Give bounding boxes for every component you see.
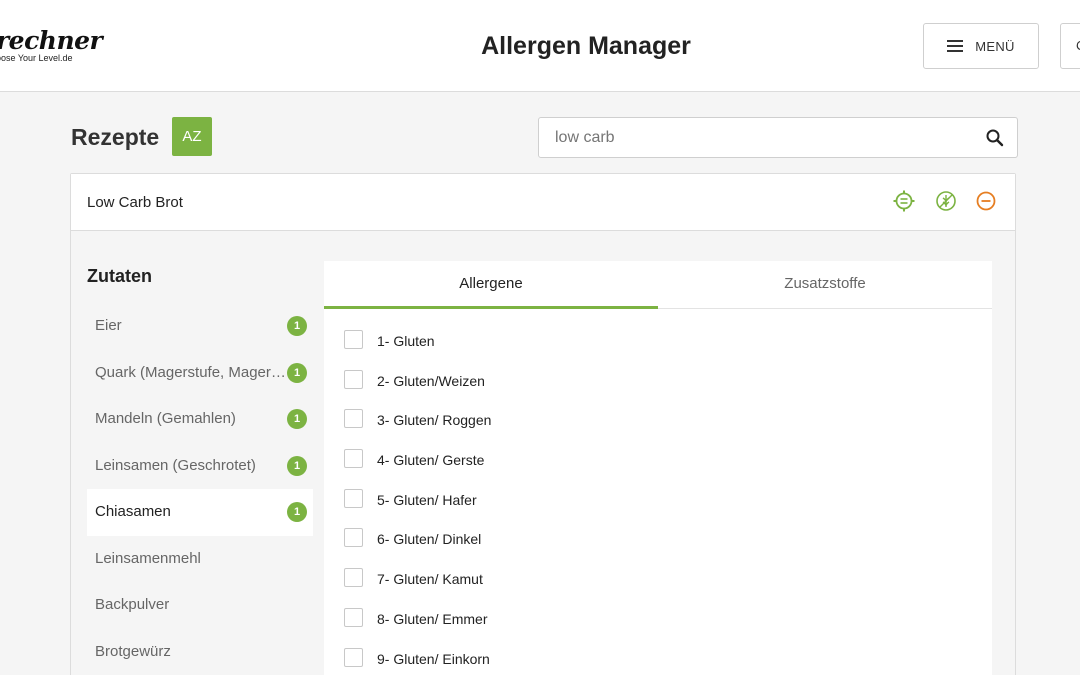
hamburger-icon xyxy=(947,40,964,52)
tab-bar: Allergene Zusatzstoffe xyxy=(324,261,992,309)
allergen-count-badge: 1 xyxy=(287,409,307,429)
allergen-count-badge: 1 xyxy=(287,316,307,336)
ingredient-name: Mandeln (Gemahlen) xyxy=(95,410,236,427)
allergen-label[interactable]: 8- Gluten/ Emmer xyxy=(377,611,487,628)
sort-az-icon: AZ xyxy=(182,128,202,145)
ingredient-item[interactable]: Brotgewürz xyxy=(87,629,313,675)
ingredient-item[interactable]: Quark (Magerstufe, Magerquark) 1 xyxy=(87,350,313,397)
allergen-checkbox[interactable] xyxy=(344,369,363,389)
tab-allergene[interactable]: Allergene xyxy=(324,261,658,309)
ingredient-item[interactable]: Mandeln (Gemahlen) 1 xyxy=(87,396,313,443)
menu-button[interactable]: MENÜ xyxy=(923,23,1039,69)
allergen-count-badge: 1 xyxy=(287,455,307,476)
ingredient-name: Backpulver xyxy=(95,596,170,613)
allergen-label[interactable]: 3- Gluten/ Roggen xyxy=(377,412,491,429)
header-extra-button[interactable]: C xyxy=(1060,23,1080,69)
search-input[interactable] xyxy=(539,118,969,157)
allergen-checkbox[interactable] xyxy=(344,607,363,627)
allergen-checkbox[interactable] xyxy=(344,568,363,588)
header-extra-label: C xyxy=(1076,38,1080,53)
allergen-checkbox[interactable] xyxy=(344,409,363,429)
allergen-label[interactable]: 7- Gluten/ Kamut xyxy=(377,571,483,588)
remove-icon[interactable] xyxy=(975,190,997,212)
allergen-label[interactable]: 9- Gluten/ Einkorn xyxy=(377,651,490,668)
logo-text: rechner xyxy=(0,26,103,55)
ingredient-name: Leinsamen (Geschrotet) xyxy=(95,456,256,474)
ingredient-name: Quark (Magerstufe, Magerquark) xyxy=(95,363,290,381)
ingredient-name: Brotgewürz xyxy=(95,642,171,660)
allergen-checkbox[interactable] xyxy=(344,488,363,508)
ingredient-item[interactable]: Eier 1 xyxy=(87,303,313,350)
settings-icon[interactable] xyxy=(893,190,915,212)
allergen-label[interactable]: 4- Gluten/ Gerste xyxy=(377,452,484,469)
allergen-label[interactable]: 6- Gluten/ Dinkel xyxy=(377,531,481,548)
ingredient-item-selected[interactable]: Chiasamen 1 xyxy=(87,489,313,536)
top-bar: rechner oose Your Level.de Allergen Mana… xyxy=(0,0,1080,92)
allergen-panel: Allergene Zusatzstoffe 1- Gluten 2- Glut… xyxy=(324,261,992,675)
allergen-checkbox[interactable] xyxy=(344,330,363,349)
recipe-card-header[interactable]: Low Carb Brot xyxy=(71,174,1015,231)
ingredient-item[interactable]: Leinsamen (Geschrotet) 1 xyxy=(87,443,313,490)
recipes-title: Rezepte xyxy=(71,124,160,150)
sort-az-button[interactable]: AZ xyxy=(172,117,212,156)
tab-zusatzstoffe[interactable]: Zusatzstoffe xyxy=(658,261,992,309)
search-box xyxy=(538,117,1018,158)
allergen-count-badge: 1 xyxy=(287,362,307,383)
menu-label: MENÜ xyxy=(975,38,1015,54)
ingredient-name: Leinsamenmehl xyxy=(95,549,201,567)
ingredient-item[interactable]: Backpulver xyxy=(87,582,313,629)
ingredients-title: Zutaten xyxy=(87,266,152,286)
logo[interactable]: rechner oose Your Level.de xyxy=(0,26,103,66)
allergen-checkbox[interactable] xyxy=(344,647,363,667)
ingredient-name: Chiasamen xyxy=(95,503,171,520)
ingredient-list: Eier 1 Quark (Magerstufe, Magerquark) 1 … xyxy=(87,303,313,675)
allergen-checkbox[interactable] xyxy=(344,449,363,469)
allergen-count-badge: 1 xyxy=(287,502,307,522)
search-icon[interactable] xyxy=(985,128,1005,148)
allergen-checkbox[interactable] xyxy=(344,528,363,548)
app-title: Allergen Manager xyxy=(481,32,691,60)
ingredient-item[interactable]: Leinsamenmehl xyxy=(87,536,313,583)
logo-tagline: oose Your Level.de xyxy=(0,53,73,63)
allergen-label[interactable]: 2- Gluten/Weizen xyxy=(377,373,485,390)
recipe-name: Low Carb Brot xyxy=(87,194,183,211)
no-gluten-icon[interactable] xyxy=(935,190,957,212)
allergen-label[interactable]: 5- Gluten/ Hafer xyxy=(377,492,477,509)
ingredient-name: Eier xyxy=(95,317,122,334)
allergen-label[interactable]: 1- Gluten xyxy=(377,333,435,350)
